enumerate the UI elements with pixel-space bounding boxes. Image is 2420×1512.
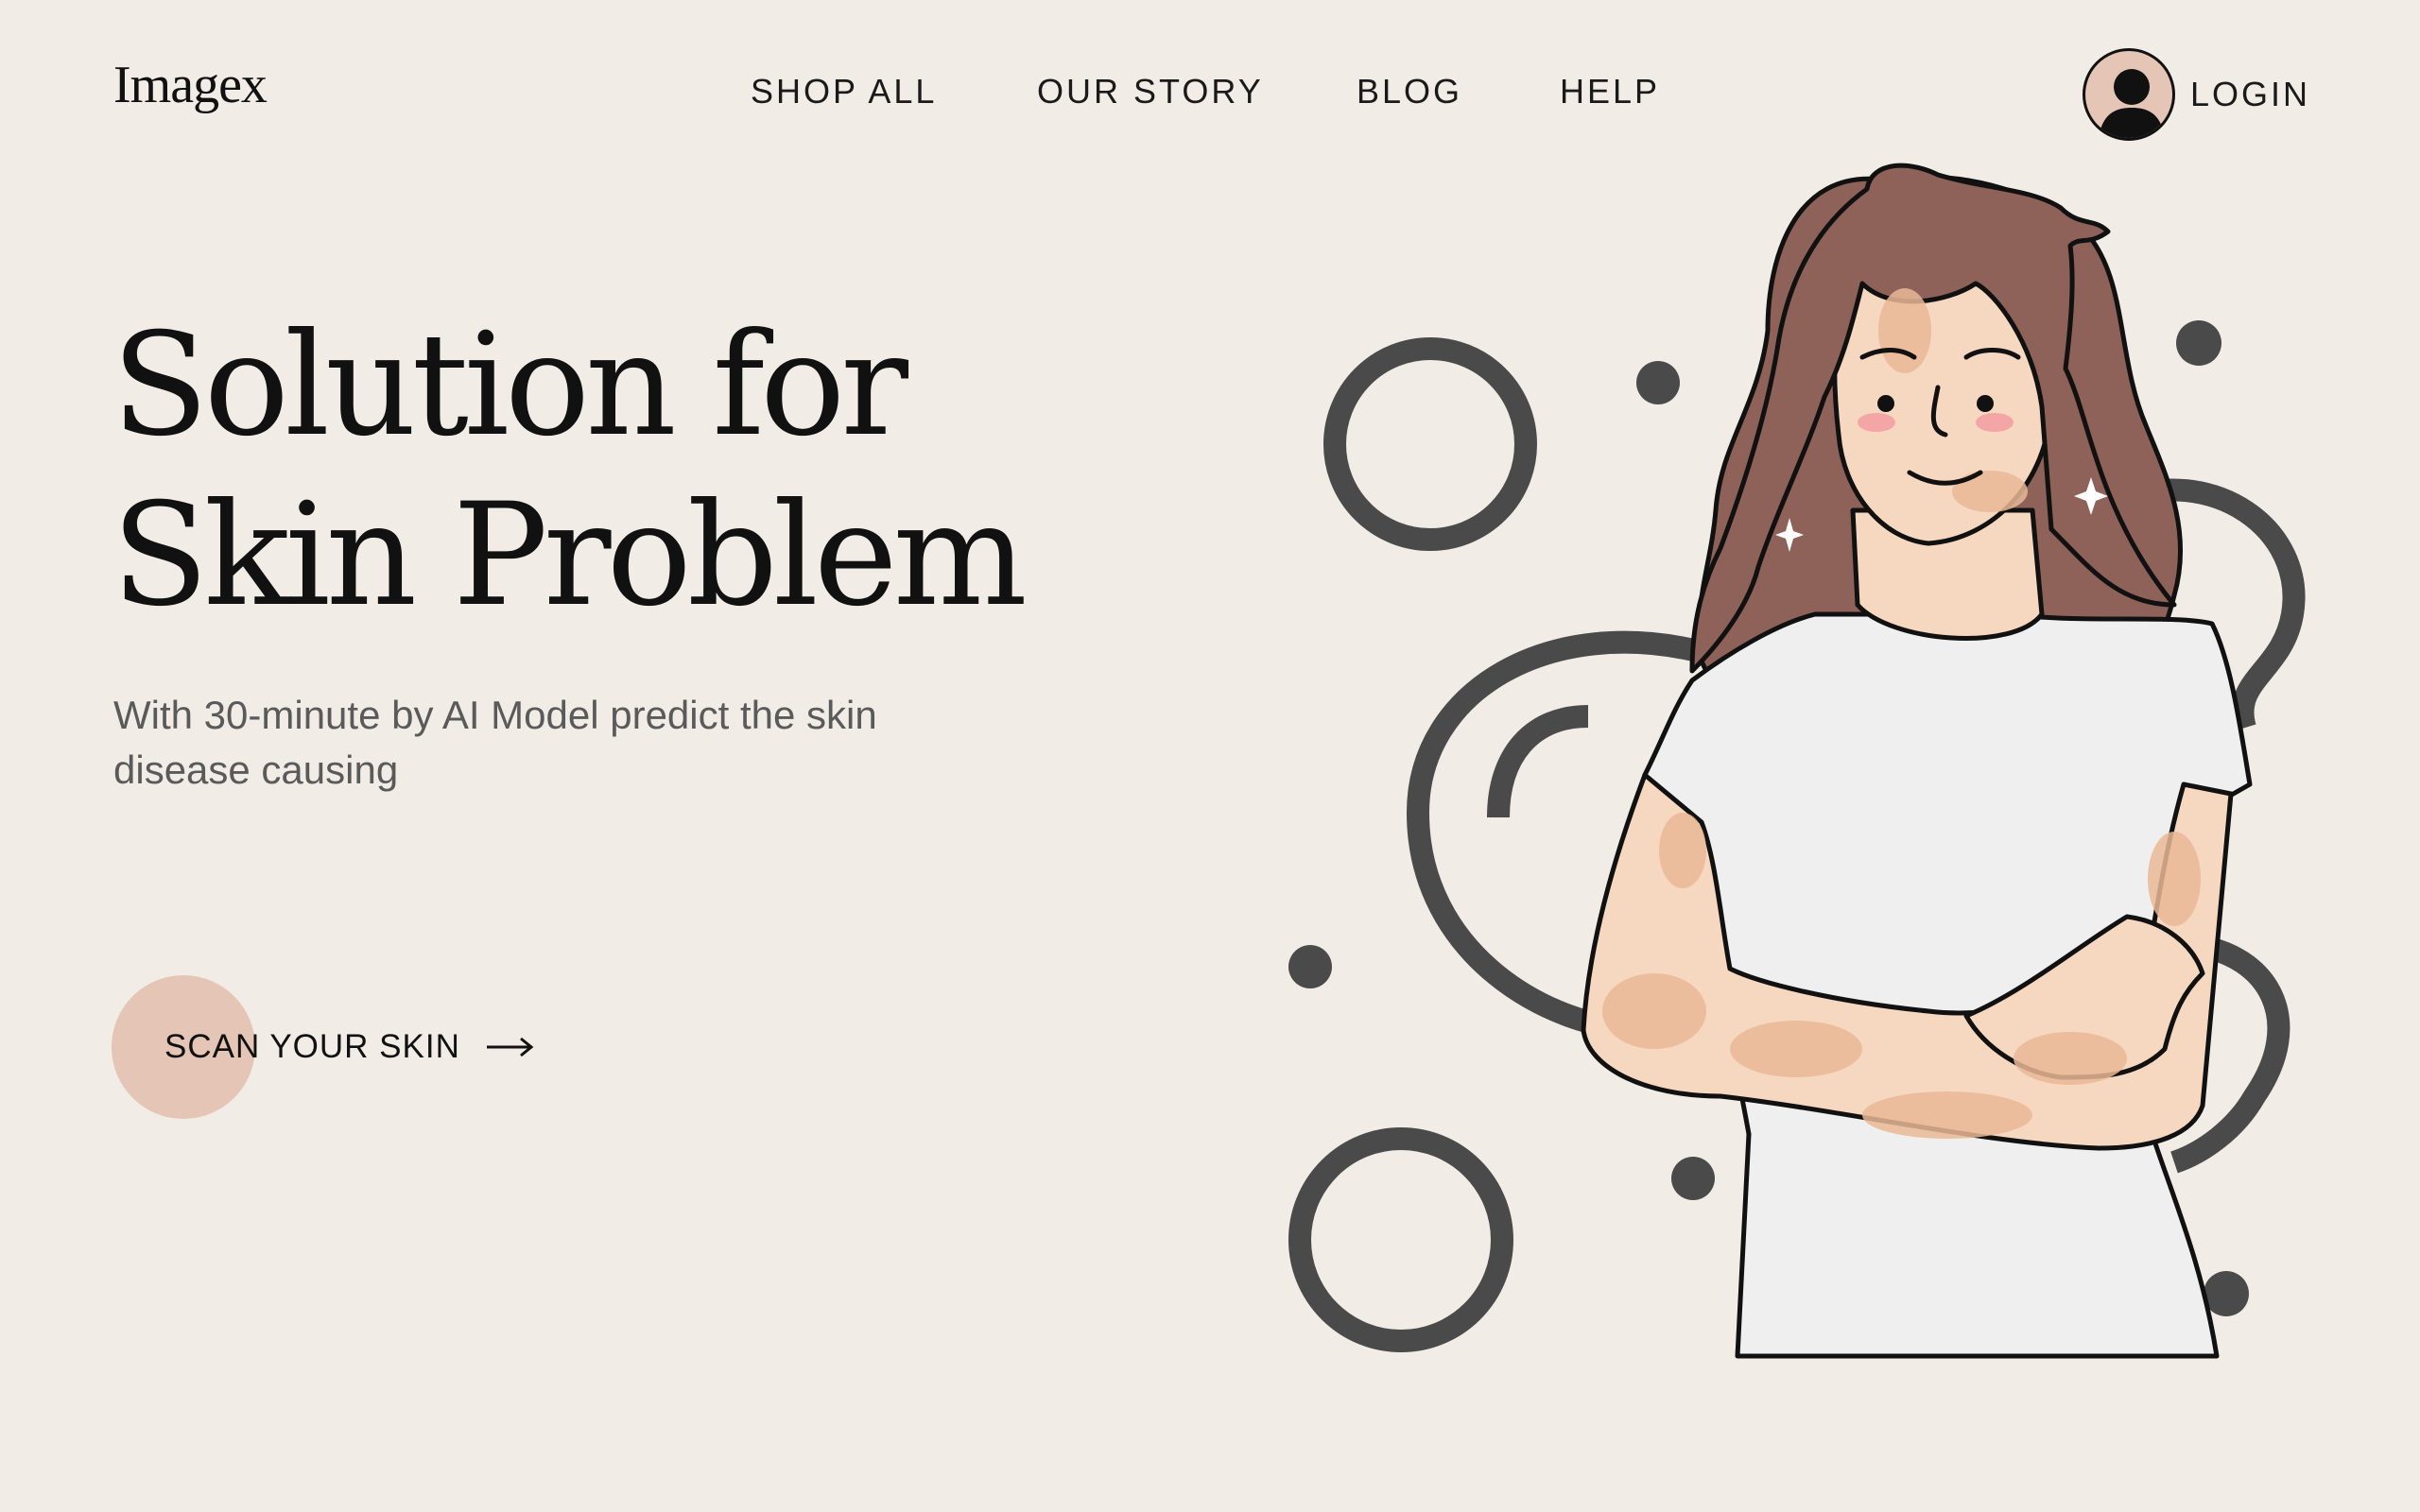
login-label: LOGIN (2190, 75, 2311, 113)
hero-title: Solution for Skin Problem (112, 301, 1057, 641)
landing-page: Imagex SHOP ALL OUR STORY BLOG HELP LOGI… (0, 0, 2420, 1512)
nav-help[interactable]: HELP (1560, 72, 1660, 112)
login-button[interactable]: LOGIN (2083, 45, 2310, 144)
scan-skin-button[interactable]: SCAN YOUR SKIN (112, 975, 534, 1119)
hero-title-line-1: Solution for (112, 303, 908, 468)
hero-subtitle: With 30-minute by AI Model predict the s… (113, 693, 877, 792)
nav-blog[interactable]: BLOG (1357, 72, 1462, 112)
arrow-right-icon (486, 1037, 534, 1057)
hero-title-line-2: Skin Problem (112, 473, 1028, 638)
hero-illustration (1288, 163, 2306, 1359)
cta-label: SCAN YOUR SKIN (164, 1028, 460, 1065)
logo[interactable]: Imagex (113, 55, 268, 115)
nav-our-story[interactable]: OUR STORY (1037, 72, 1264, 112)
nav-shop-all[interactable]: SHOP ALL (751, 72, 937, 112)
user-avatar-icon (2083, 48, 2175, 141)
